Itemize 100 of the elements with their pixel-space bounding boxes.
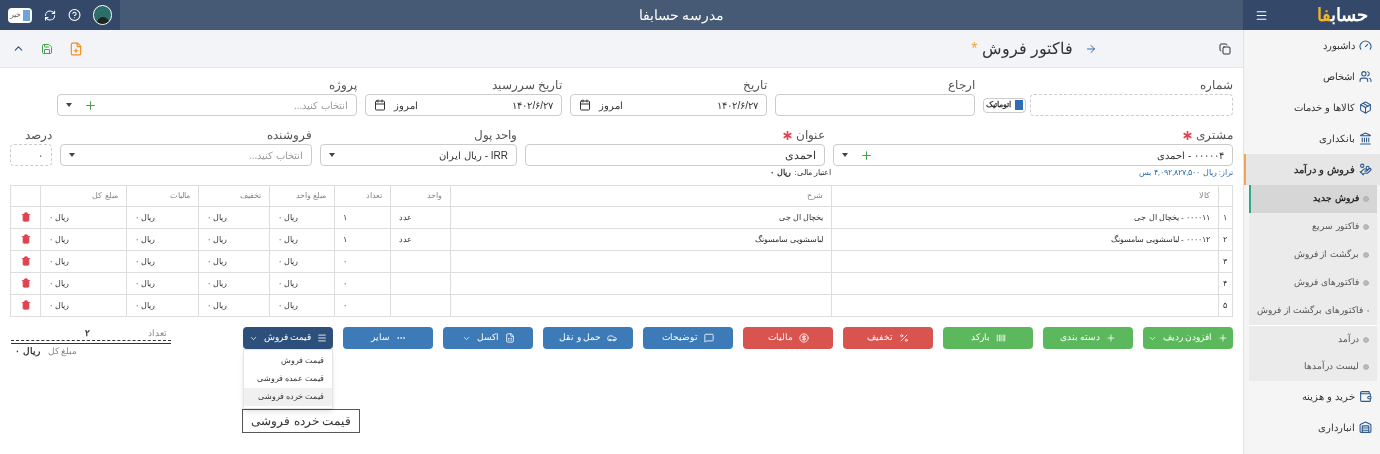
toggle-switch[interactable]: خیر [8, 7, 32, 23]
table-cell: ریال ۰ [278, 234, 299, 244]
dropdown-caret-icon[interactable] [329, 153, 335, 157]
field-label: تاریخ [743, 77, 767, 94]
action-button[interactable]: حمل و نقل [543, 327, 633, 349]
table-cell: ریال ۰ [278, 300, 299, 310]
hand-coin-icon [1359, 163, 1372, 176]
barcode-icon [995, 333, 1006, 343]
action-button[interactable]: مالیات [743, 327, 833, 349]
submenu-item[interactable]: فاکتورهای فروش [1249, 269, 1377, 297]
column-header: مبلغ کل [92, 191, 118, 200]
field-label: عنوان [796, 127, 825, 144]
select-field[interactable]: IRR - ریال ایران [320, 144, 517, 166]
count-label: تعداد [148, 326, 167, 340]
field-label: درصد [25, 127, 52, 144]
table-cell: ریال ۰ [134, 256, 155, 266]
select-field[interactable]: ۰۰۰۰۰۴ - احمدی [833, 144, 1233, 166]
help-icon[interactable] [68, 8, 82, 22]
speech-bubble-icon [704, 333, 714, 343]
today-button[interactable]: امروز [599, 97, 623, 113]
sidebar-item[interactable]: داشبورد [1244, 30, 1380, 61]
submenu-item[interactable]: درآمد [1249, 325, 1377, 353]
gauge-icon [1359, 39, 1372, 52]
spreadsheet-icon [504, 333, 515, 343]
table-cell: ریال ۰ [49, 212, 70, 222]
table-cell: ریال ۰ [206, 256, 228, 266]
text-field[interactable] [775, 94, 975, 116]
row-number: ۳ [1223, 256, 1228, 266]
table-cell: ریال ۰ [206, 234, 228, 244]
menu-item[interactable]: قیمت فروش [244, 352, 332, 370]
submenu-item[interactable]: فاکتور سریع [1249, 213, 1377, 241]
action-button[interactable]: سایر [343, 327, 433, 349]
table-cell: یخچال ال جی [778, 212, 824, 222]
date-field[interactable]: ۱۴۰۲/۶/۲۷ امروز [365, 94, 562, 116]
menu-icon[interactable] [1255, 8, 1268, 22]
date-field[interactable]: ۱۴۰۲/۶/۲۷ امروز [570, 94, 767, 116]
refresh-icon[interactable] [44, 8, 57, 22]
row-number: ۴ [1223, 278, 1228, 288]
sidebar-item[interactable]: انبارداری [1244, 412, 1380, 443]
sidebar-item[interactable]: اشخاص [1244, 61, 1380, 92]
submenu-item[interactable]: لیست درآمدها [1249, 353, 1377, 381]
sum-value: ریال ۰ [15, 344, 40, 359]
field-label: شماره [1200, 77, 1233, 94]
submenu-item[interactable]: برگشت از فروش [1249, 241, 1377, 269]
action-button[interactable]: اکسل [443, 327, 533, 349]
field-label: ارجاع [948, 77, 975, 94]
bullet-icon [1363, 364, 1369, 370]
table-cell: عدد [398, 212, 412, 222]
action-button[interactable]: تخفیف [843, 327, 933, 349]
sidebar-item[interactable]: فروش و درآمد [1244, 154, 1380, 185]
menu-item[interactable]: قیمت خرده فروشی [244, 388, 332, 406]
table-cell: ریال ۰ [49, 234, 70, 244]
delete-icon[interactable] [20, 256, 31, 267]
table-cell: ریال ۰ [206, 278, 228, 288]
dropdown-caret-icon[interactable] [69, 153, 75, 157]
table-cell: ریال ۰ [278, 278, 299, 288]
calendar-icon[interactable] [579, 99, 591, 111]
auto-toggle[interactable]: اتوماتیک [983, 97, 1026, 113]
coin-icon [798, 333, 809, 343]
add-icon[interactable] [84, 98, 97, 112]
save-icon[interactable] [41, 42, 53, 55]
delete-icon[interactable] [20, 278, 31, 289]
table-cell: ریال ۰ [206, 212, 228, 222]
table-cell: ریال ۰ [206, 300, 228, 310]
add-icon[interactable] [860, 148, 873, 162]
action-button[interactable]: توضیحات [643, 327, 733, 349]
delete-icon[interactable] [20, 300, 31, 311]
percent-field[interactable]: ۰ [10, 144, 52, 166]
table-cell: ریال ۰ [278, 256, 299, 266]
today-button[interactable]: امروز [394, 97, 418, 113]
submenu-item[interactable]: فاکتورهای برگشت از فروش [1249, 297, 1377, 325]
calendar-icon[interactable] [374, 99, 386, 111]
bullet-icon [1363, 336, 1369, 343]
sidebar-item[interactable]: خرید و هزینه [1244, 381, 1380, 412]
toggle-knob-icon [1015, 100, 1023, 110]
table-cell: ریال ۰ [134, 278, 155, 288]
delete-icon[interactable] [20, 212, 31, 223]
dropdown-caret-icon[interactable] [66, 103, 72, 107]
percent-icon [899, 333, 909, 343]
bank-icon [1359, 132, 1372, 145]
action-button[interactable]: قیمت فروش [243, 327, 333, 349]
company-title: مدرسه حسابفا [638, 6, 725, 23]
delete-icon[interactable] [20, 234, 31, 245]
bullet-icon [1363, 280, 1369, 286]
column-header: واحد [426, 191, 442, 200]
table-cell: ریال ۰ [49, 278, 70, 288]
copy-icon[interactable] [1219, 42, 1231, 55]
text-field[interactable]: احمدی [525, 144, 825, 166]
dropdown-caret-icon[interactable] [842, 153, 848, 157]
table-cell: ۱ [343, 234, 348, 244]
sidebar-item[interactable]: بانکداری [1244, 123, 1380, 154]
table-cell: عدد [398, 234, 412, 244]
number-field[interactable] [1030, 94, 1233, 116]
avatar-icon[interactable] [93, 5, 112, 25]
sidebar-item[interactable]: کالاها و خدمات [1244, 92, 1380, 123]
submenu-item[interactable]: فروش جدید [1249, 185, 1377, 213]
table-cell: ریال ۰ [134, 212, 155, 222]
menu-item[interactable]: قیمت عمده فروشی [244, 370, 332, 388]
car-icon [607, 333, 617, 343]
column-header: کالا [1198, 191, 1210, 200]
